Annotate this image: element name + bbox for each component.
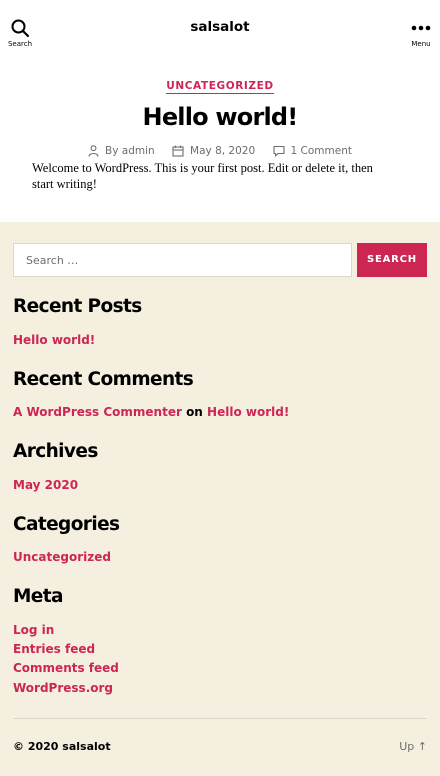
meta-wordpress-link[interactable]: WordPress.org — [13, 681, 113, 695]
footer-divider — [13, 718, 427, 719]
recent-comments-title: Recent Comments — [13, 369, 194, 390]
search-toggle-label: Search — [7, 40, 33, 48]
meta-title: Meta — [13, 586, 63, 607]
category-widget-link[interactable]: Uncategorized — [13, 550, 111, 564]
comment-icon — [272, 145, 285, 157]
comment-author-link[interactable]: A WordPress Commenter — [13, 405, 182, 419]
search-form: Search … SEARCH — [13, 243, 427, 277]
site-header: Search salsalot Menu — [0, 0, 440, 60]
post-comments: 1 Comment — [272, 145, 352, 157]
date-link[interactable]: May 8, 2020 — [190, 145, 255, 157]
menu-dots-icon — [391, 18, 440, 38]
archives-title: Archives — [13, 441, 98, 462]
calendar-icon — [172, 145, 184, 157]
comments-link[interactable]: 1 Comment — [291, 145, 352, 157]
search-placeholder: Search … — [26, 254, 79, 267]
meta-entries-feed-link[interactable]: Entries feed — [13, 642, 95, 656]
author-link[interactable]: By admin — [105, 145, 155, 157]
search-button[interactable]: SEARCH — [357, 243, 427, 277]
recent-posts-title: Recent Posts — [13, 296, 142, 317]
copyright: © 2020 salsalot — [13, 740, 111, 753]
menu-toggle[interactable]: Menu — [391, 18, 440, 48]
comment-post-link[interactable]: Hello world! — [207, 405, 289, 419]
meta-login-link[interactable]: Log in — [13, 623, 54, 637]
post-area: UNCATEGORIZED Hello world! By admin May … — [0, 60, 440, 222]
post-author: By admin — [88, 145, 155, 157]
recent-comment-item: A WordPress Commenter on Hello world! — [13, 405, 289, 419]
post-date: May 8, 2020 — [172, 145, 255, 157]
category-link[interactable]: UNCATEGORIZED — [166, 80, 274, 94]
post-meta: By admin May 8, 2020 1 Comment — [0, 145, 440, 160]
meta-comments-feed-link[interactable]: Comments feed — [13, 661, 119, 675]
back-to-top-link[interactable]: Up ↑ — [399, 740, 427, 753]
post-content: Welcome to WordPress. This is your first… — [32, 161, 373, 191]
search-input[interactable]: Search … — [13, 243, 352, 277]
menu-toggle-label: Menu — [411, 40, 431, 48]
comment-on-text: on — [186, 405, 203, 419]
site-title[interactable]: salsalot — [0, 19, 440, 35]
copyright-text: © 2020 — [13, 740, 59, 753]
post-category: UNCATEGORIZED — [0, 80, 440, 94]
post-title: Hello world! — [142, 103, 299, 131]
footer-site-link[interactable]: salsalot — [62, 740, 110, 753]
person-icon — [88, 145, 99, 157]
categories-title: Categories — [13, 514, 120, 535]
recent-post-link[interactable]: Hello world! — [13, 333, 95, 347]
archive-link[interactable]: May 2020 — [13, 478, 78, 492]
